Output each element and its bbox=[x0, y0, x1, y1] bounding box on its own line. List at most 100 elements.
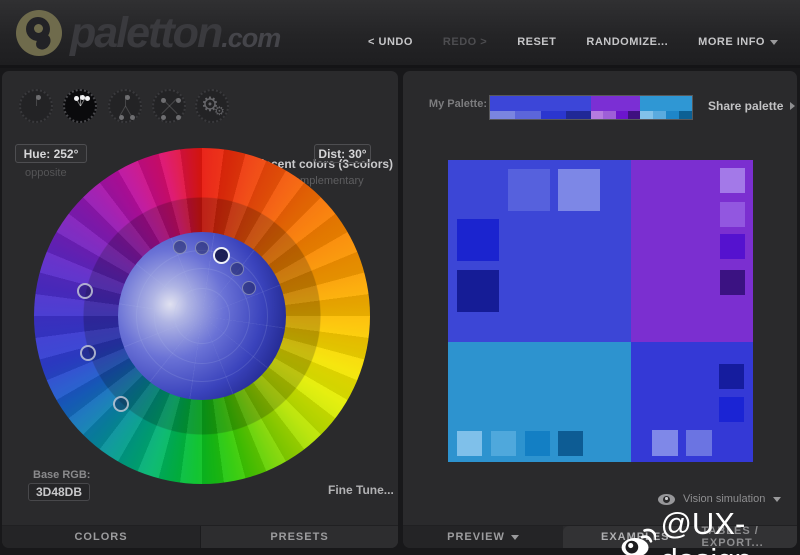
undo-button[interactable]: < UNDO bbox=[368, 36, 413, 48]
hue-value-box[interactable]: Hue: 252° bbox=[15, 144, 87, 163]
palette-strip[interactable] bbox=[489, 95, 693, 120]
palette-main-swatch[interactable] bbox=[490, 96, 591, 111]
knob-dot bbox=[79, 94, 85, 100]
fine-tune-link[interactable]: Fine Tune... bbox=[328, 483, 394, 497]
preview-panel: My Palette: Share palette Vision simulat… bbox=[403, 71, 797, 548]
palette-shade-swatch[interactable] bbox=[540, 111, 566, 119]
tab-preview[interactable]: PREVIEW bbox=[403, 526, 563, 548]
reset-button[interactable]: RESET bbox=[517, 36, 556, 48]
scheme-panel: ⚙ ⚙ Adjacent colors (3-colors) add compl… bbox=[2, 71, 398, 548]
knob-dot bbox=[35, 94, 41, 100]
example-swatch bbox=[719, 364, 744, 389]
palette-group-primary-blue bbox=[490, 96, 591, 119]
palette-shade-swatch[interactable] bbox=[591, 111, 604, 119]
example-swatch bbox=[720, 270, 745, 295]
palette-shade-swatch[interactable] bbox=[490, 111, 516, 119]
knob-dot bbox=[161, 115, 166, 120]
share-palette-label: Share palette bbox=[708, 99, 784, 113]
tab-presets[interactable]: PRESETS bbox=[200, 526, 398, 548]
palette-shade-swatch[interactable] bbox=[640, 111, 653, 119]
knob-dot bbox=[176, 98, 181, 103]
knob-dot bbox=[85, 96, 90, 101]
tab-colors[interactable]: COLORS bbox=[2, 526, 200, 548]
distance-value-box[interactable]: Dist: 30° bbox=[314, 144, 371, 163]
example-swatch bbox=[491, 431, 516, 456]
vision-simulation-dropdown[interactable]: Vision simulation bbox=[658, 493, 782, 505]
logo-shape bbox=[34, 24, 43, 33]
sphere-gridline bbox=[136, 250, 268, 382]
example-swatch bbox=[720, 202, 745, 227]
palette-shade-row bbox=[591, 111, 640, 119]
knob-line bbox=[160, 105, 170, 115]
more-info-button[interactable]: MORE INFO bbox=[698, 36, 778, 48]
color-wheel[interactable] bbox=[34, 148, 370, 484]
knob-dot bbox=[124, 94, 130, 100]
app-logo[interactable]: paletton .com bbox=[16, 9, 281, 57]
example-swatch bbox=[525, 431, 550, 456]
chevron-down-icon bbox=[510, 534, 519, 540]
palette-shade-swatch[interactable] bbox=[615, 111, 628, 119]
palette-shade-swatch[interactable] bbox=[679, 111, 692, 119]
palette-main-swatch[interactable] bbox=[640, 96, 692, 111]
shade-marker[interactable] bbox=[195, 241, 209, 255]
example-swatch bbox=[508, 169, 550, 211]
scheme-icon-triad[interactable] bbox=[108, 89, 142, 123]
gear-icon: ⚙ bbox=[214, 104, 225, 118]
my-palette-label: My Palette: bbox=[428, 98, 487, 110]
weibo-icon bbox=[621, 528, 657, 555]
chevron-right-icon bbox=[790, 102, 796, 110]
logo-tld: .com bbox=[221, 23, 281, 53]
watermark-text: @UX-design bbox=[660, 506, 751, 555]
tab-preview-label: PREVIEW bbox=[447, 531, 505, 543]
chevron-down-icon bbox=[773, 496, 782, 502]
example-swatch bbox=[652, 430, 678, 456]
opposite-label: opposite bbox=[25, 167, 67, 179]
example-quadrant-top-right-purple bbox=[631, 160, 753, 342]
shade-marker-selected[interactable] bbox=[212, 246, 230, 264]
palette-shade-swatch[interactable] bbox=[565, 111, 591, 119]
brightness-saturation-sphere[interactable] bbox=[118, 232, 286, 400]
left-tabbar: COLORS PRESETS bbox=[2, 525, 398, 548]
more-info-label: MORE INFO bbox=[698, 36, 765, 48]
share-palette-button[interactable]: Share palette bbox=[708, 99, 796, 113]
palette-shade-swatch[interactable] bbox=[603, 111, 616, 119]
palette-shade-row bbox=[490, 111, 591, 119]
weibo-watermark: @UX-design bbox=[620, 506, 800, 555]
palette-shade-row bbox=[640, 111, 692, 119]
paletton-logo-icon bbox=[16, 10, 62, 56]
vision-simulation-label: Vision simulation bbox=[683, 493, 766, 505]
logo-wordmark: paletton bbox=[70, 9, 223, 57]
palette-shade-swatch[interactable] bbox=[653, 111, 666, 119]
hue-marker[interactable] bbox=[113, 396, 129, 412]
hue-marker[interactable] bbox=[80, 345, 96, 361]
palette-shade-swatch[interactable] bbox=[627, 111, 640, 119]
palette-group-secondary-sky-blue bbox=[640, 96, 692, 119]
base-rgb-label: Base RGB: bbox=[33, 469, 91, 481]
randomize-button[interactable]: RANDOMIZE... bbox=[586, 36, 668, 48]
knob-line bbox=[124, 105, 131, 116]
knob-dot bbox=[74, 96, 79, 101]
chevron-down-icon bbox=[770, 39, 778, 45]
palette-shade-swatch[interactable] bbox=[515, 111, 541, 119]
palette-shade-swatch[interactable] bbox=[666, 111, 679, 119]
scheme-icon-freestyle[interactable]: ⚙ ⚙ bbox=[195, 89, 229, 123]
example-swatch bbox=[457, 431, 482, 456]
scheme-icon-monochromatic[interactable] bbox=[19, 89, 53, 123]
knob-dot bbox=[130, 115, 135, 120]
shade-marker[interactable] bbox=[242, 281, 256, 295]
knob-dot bbox=[161, 98, 166, 103]
example-swatch bbox=[558, 431, 583, 456]
redo-button[interactable]: REDO > bbox=[443, 36, 487, 48]
example-preview bbox=[448, 160, 753, 462]
scheme-icon-adjacent[interactable] bbox=[63, 89, 97, 123]
shade-marker[interactable] bbox=[173, 240, 187, 254]
shade-marker[interactable] bbox=[230, 262, 244, 276]
palette-group-secondary-purple bbox=[591, 96, 640, 119]
example-swatch bbox=[457, 219, 499, 261]
example-swatch bbox=[719, 397, 744, 422]
palette-main-swatch[interactable] bbox=[591, 96, 640, 111]
base-rgb-input[interactable] bbox=[28, 483, 90, 501]
eye-icon bbox=[658, 493, 675, 505]
scheme-icon-tetrad[interactable] bbox=[152, 89, 186, 123]
hue-marker[interactable] bbox=[77, 283, 93, 299]
